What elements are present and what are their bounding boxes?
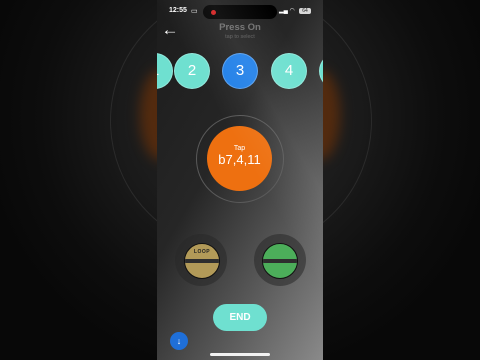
step-button-2[interactable]: 2 [174,53,210,89]
car-icon: ▭ [191,8,198,15]
page-title: Press On [219,22,261,33]
step-button-1[interactable]: 1 [157,53,173,89]
tap-chord: b7,4,11 [218,152,261,167]
status-time: 12:55 [169,7,187,14]
battery-indicator: 64 [299,8,311,14]
tap-label: Tap [233,145,246,152]
home-indicator [210,353,270,356]
end-button[interactable]: END [213,304,267,331]
step-button-5[interactable]: 5 [319,53,323,89]
step-button-4[interactable]: 4 [271,53,307,89]
dynamic-island [203,5,277,19]
recording-indicator-icon [211,10,216,15]
step-button-3[interactable]: 3 [222,53,258,89]
green-disc-band [263,259,297,263]
download-icon[interactable]: ↓ [170,332,188,350]
loop-disc-band [185,259,219,263]
green-disc-button[interactable] [262,243,298,279]
loop-disc-label: LOOP [193,249,211,255]
phone-screen: 12:55 ▭ ▂▄ ◠ 64 ← Press On tap to select… [157,0,323,360]
loop-disc-button[interactable]: LOOP [184,243,220,279]
signal-wifi-icon: ▂▄ ◠ [279,8,295,14]
page-subtitle: tap to select [225,34,255,40]
status-bar: 12:55 ▭ ▂▄ ◠ 64 [157,0,323,22]
tap-button[interactable]: Tap b7,4,11 [207,126,272,191]
